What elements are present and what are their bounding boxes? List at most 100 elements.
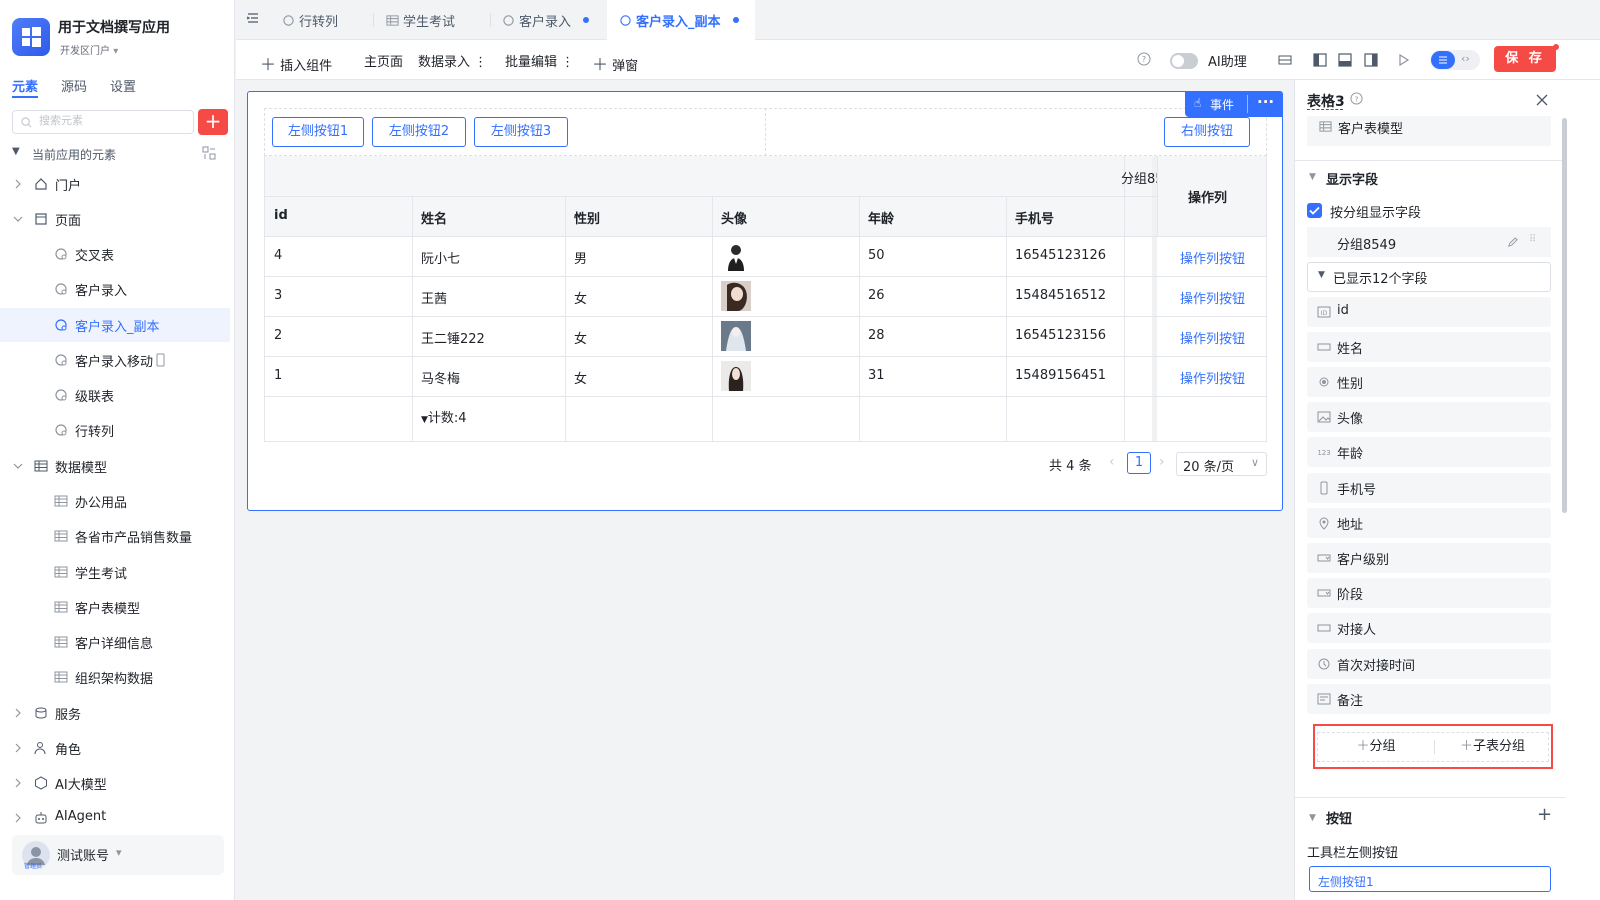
section-header[interactable]: ▼ 当前应用的元素 <box>12 146 228 162</box>
right-button[interactable]: 右侧按钮 <box>1164 117 1250 147</box>
next-page-icon[interactable]: › <box>1159 454 1165 470</box>
account-menu[interactable]: 管理员 测试账号 ▾ <box>12 835 224 875</box>
sidebar-item-ai-agent[interactable]: AIAgent <box>0 801 230 835</box>
more-horizontal-icon[interactable]: ··· <box>1257 93 1274 111</box>
column-header-id[interactable]: id <box>274 208 288 223</box>
row-action-button[interactable]: 操作列按钮 <box>1180 248 1245 267</box>
column-header-avatar[interactable]: 头像 <box>721 208 747 227</box>
model-row[interactable]: 客户表模型 <box>1307 116 1551 146</box>
field-row-address[interactable]: 地址 <box>1307 508 1551 538</box>
left-button-3[interactable]: 左侧按钮3 <box>474 117 568 147</box>
sidebar-item-role[interactable]: 角色 <box>0 731 230 765</box>
add-group-button[interactable]: ＋分组 <box>1318 733 1434 761</box>
chevron-right-icon[interactable] <box>12 178 24 190</box>
collapse-sidebar-icon[interactable] <box>246 11 260 25</box>
tab-row-to-column[interactable]: 行转列 <box>282 0 372 40</box>
help-icon[interactable]: ? <box>1137 52 1151 66</box>
chevron-right-icon[interactable] <box>12 707 24 719</box>
sidebar-item-student-exam[interactable]: 学生考试 <box>0 555 230 589</box>
field-row-gender[interactable]: 性别 <box>1307 367 1551 397</box>
sidebar-item-row-to-column[interactable]: 行转列 <box>0 413 230 447</box>
help-icon[interactable]: ? <box>1350 92 1363 105</box>
layout-icon[interactable] <box>1278 53 1292 67</box>
row-action-button[interactable]: 操作列按钮 <box>1180 328 1245 347</box>
chevron-right-icon[interactable] <box>12 812 24 824</box>
event-button[interactable]: ☝ 事件 <box>1185 91 1247 117</box>
tab-student-exam[interactable]: 学生考试 <box>386 0 490 40</box>
shown-fields-dropdown[interactable]: ▼ 已显示12个字段 <box>1307 262 1551 292</box>
tab-elements[interactable]: 元素 <box>12 76 38 95</box>
prev-page-icon[interactable]: ‹ <box>1109 454 1115 470</box>
field-row-name[interactable]: 姓名 <box>1307 332 1551 362</box>
tab-customer-entry-copy[interactable]: 客户录入_副本 <box>607 0 755 40</box>
caret-down-icon[interactable]: ▼ <box>1309 172 1316 182</box>
sidebar-item-office-supplies[interactable]: 办公用品 <box>0 484 230 518</box>
field-row-phone[interactable]: 手机号 <box>1307 473 1551 503</box>
column-header-phone[interactable]: 手机号 <box>1015 208 1054 227</box>
scrollbar-thumb[interactable] <box>1562 118 1567 513</box>
sidebar-item-cross-table[interactable]: 交叉表 <box>0 237 230 271</box>
tab-settings[interactable]: 设置 <box>110 76 136 95</box>
left-button-2[interactable]: 左侧按钮2 <box>372 117 466 147</box>
page-size-select[interactable]: 20 条/页 ∨ <box>1176 452 1267 476</box>
design-code-switch[interactable]: ‹› <box>1430 50 1480 70</box>
sidebar-item-org-data[interactable]: 组织架构数据 <box>0 660 230 694</box>
table-component[interactable]: 左侧按钮1 左侧按钮2 左侧按钮3 右侧按钮 ☝ 事件 ··· 分组8549 操… <box>247 91 1283 511</box>
data-entry-button[interactable]: 数据录入 ⋮ <box>418 51 487 70</box>
popup-button[interactable]: ＋ 弹窗 <box>592 51 638 75</box>
field-row-contact[interactable]: 对接人 <box>1307 613 1551 643</box>
chevron-right-icon[interactable] <box>12 742 24 754</box>
field-row-age[interactable]: 123 年龄 <box>1307 437 1551 467</box>
group-row[interactable]: 分组8549 ⠿ <box>1307 227 1551 257</box>
left-button-1[interactable]: 左侧按钮1 <box>272 117 364 147</box>
field-row-id[interactable]: ID id <box>1307 297 1551 327</box>
code-mode-icon[interactable]: ‹› <box>1461 52 1470 65</box>
chevron-down-icon[interactable] <box>12 213 24 225</box>
left-panel-icon[interactable] <box>1313 53 1327 67</box>
save-button[interactable]: 保 存 <box>1494 46 1556 72</box>
field-row-remark[interactable]: 备注 <box>1307 684 1551 714</box>
field-row-avatar[interactable]: 头像 <box>1307 402 1551 432</box>
sidebar-item-data-model[interactable]: 数据模型 <box>0 449 230 483</box>
column-header-gender[interactable]: 性别 <box>574 208 600 227</box>
ai-assistant-toggle[interactable] <box>1170 53 1198 69</box>
home-page-button[interactable]: 主页面 <box>364 51 403 70</box>
field-row-first-contact-time[interactable]: 首次对接时间 <box>1307 649 1551 679</box>
sidebar-item-customer-entry[interactable]: 客户录入 <box>0 272 230 306</box>
add-subtable-group-button[interactable]: ＋子表分组 <box>1435 733 1550 761</box>
right-panel-icon[interactable] <box>1364 53 1378 67</box>
bottom-panel-icon[interactable] <box>1338 53 1352 67</box>
row-action-button[interactable]: 操作列按钮 <box>1180 368 1245 387</box>
sidebar-item-service[interactable]: 服务 <box>0 696 230 730</box>
sidebar-item-customer-entry-mobile[interactable]: 客户录入移动 <box>0 343 230 377</box>
sidebar-item-portal[interactable]: 门户 <box>0 167 230 201</box>
count-summary[interactable]: ▼计数:4 <box>421 407 467 426</box>
chevron-down-icon[interactable] <box>12 460 24 472</box>
caret-down-icon[interactable]: ▼ <box>1309 813 1316 823</box>
tab-source[interactable]: 源码 <box>61 76 87 95</box>
portal-selector[interactable]: 开发区门户 ▾ <box>60 42 118 57</box>
add-element-button[interactable]: + <box>198 109 228 135</box>
insert-component-button[interactable]: ＋ 插入组件 <box>260 51 332 75</box>
preview-play-icon[interactable] <box>1396 53 1410 67</box>
sidebar-item-pages[interactable]: 页面 <box>0 202 230 236</box>
field-row-stage[interactable]: 阶段 <box>1307 578 1551 608</box>
group-by-checkbox[interactable] <box>1307 203 1322 218</box>
drag-handle-icon[interactable]: ⠿ <box>1529 234 1536 245</box>
search-box[interactable] <box>12 110 194 134</box>
batch-edit-button[interactable]: 批量编辑 ⋮ <box>505 51 574 70</box>
sidebar-item-cascade-table[interactable]: 级联表 <box>0 378 230 412</box>
sidebar-item-customer-model[interactable]: 客户表模型 <box>0 590 230 624</box>
sidebar-item-customer-detail[interactable]: 客户详细信息 <box>0 625 230 659</box>
field-row-customer-level[interactable]: 客户级别 <box>1307 543 1551 573</box>
toolbar-left-button-item[interactable]: 左侧按钮1 <box>1309 866 1551 892</box>
search-input[interactable] <box>39 114 189 127</box>
page-number[interactable]: 1 <box>1127 452 1151 474</box>
chevron-right-icon[interactable] <box>12 777 24 789</box>
sidebar-item-province-sales[interactable]: 各省市产品销售数量 <box>0 519 230 553</box>
add-button-icon[interactable]: + <box>1537 804 1552 825</box>
sidebar-item-customer-entry-copy[interactable]: 客户录入_副本 <box>0 308 230 342</box>
edit-icon[interactable] <box>1507 237 1518 248</box>
sidebar-item-ai-model[interactable]: AI大模型 <box>0 766 230 800</box>
column-header-age[interactable]: 年龄 <box>868 208 894 227</box>
